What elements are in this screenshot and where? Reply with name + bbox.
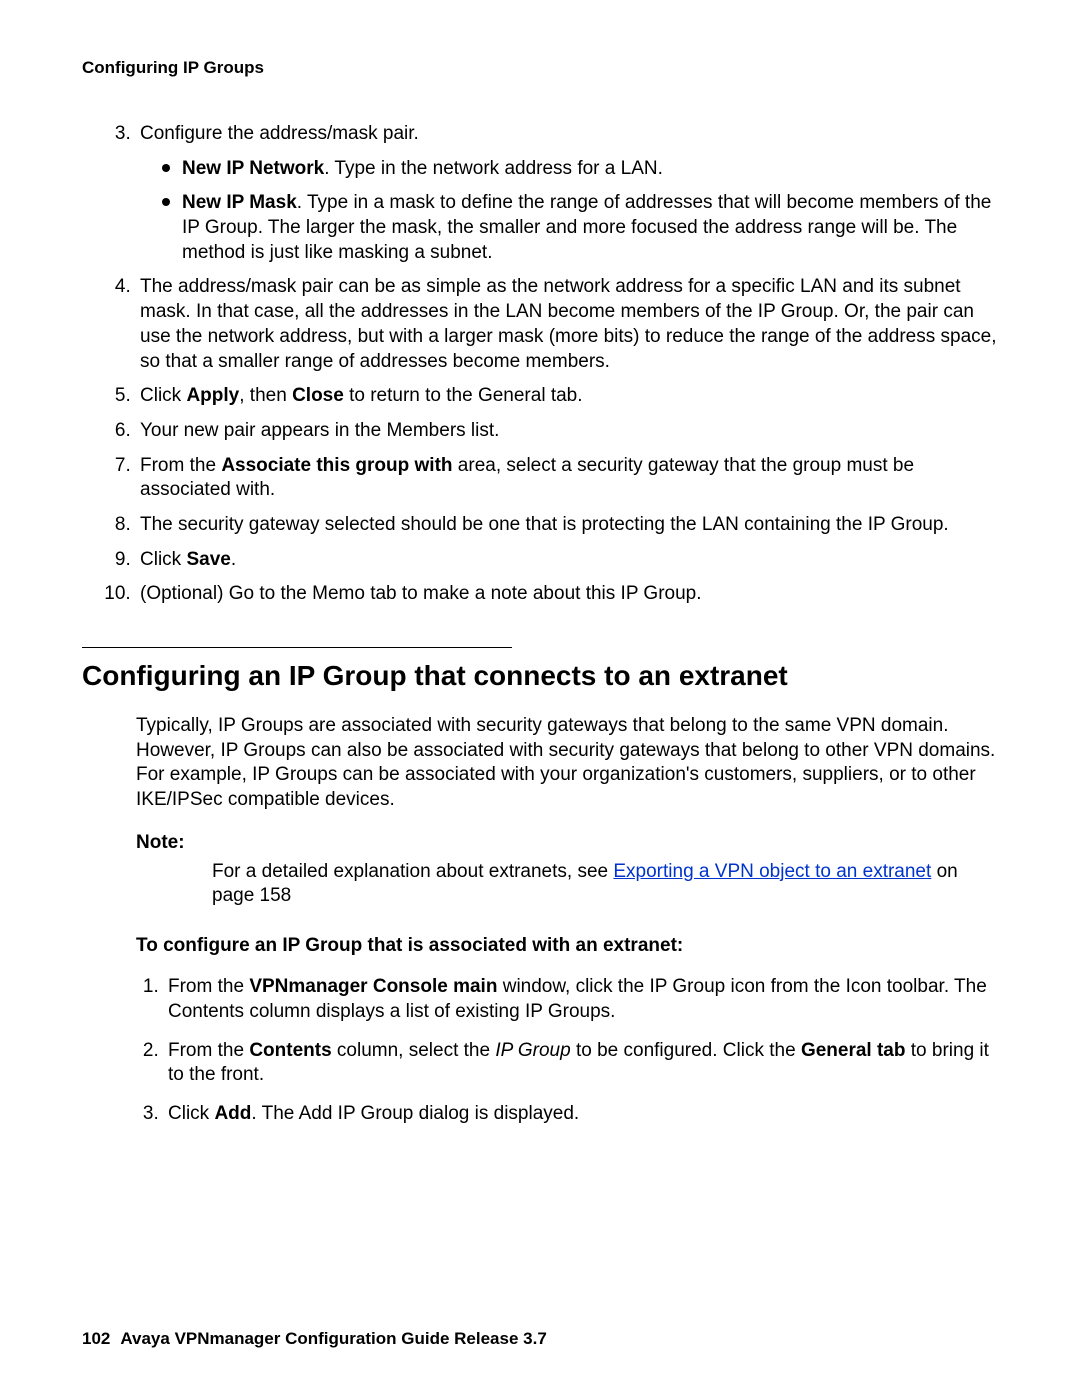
bullet-bold: New IP Mask — [182, 192, 297, 213]
step-7: From the Associate this group with area,… — [136, 454, 998, 503]
link-text: Exporting a VPN object to an extranet — [613, 861, 931, 882]
footer-title: Avaya VPNmanager Configuration Guide Rel… — [120, 1329, 546, 1348]
task-step-3: Click Add. The Add IP Group dialog is di… — [164, 1102, 998, 1127]
page-number: 102 — [82, 1329, 110, 1348]
step-text: (Optional) Go to the Memo tab to make a … — [140, 583, 702, 604]
t: Add — [214, 1103, 251, 1124]
t: VPNmanager Console main — [249, 976, 497, 997]
section-intro: Typically, IP Groups are associated with… — [136, 714, 998, 813]
note-pre: For a detailed explanation about extrane… — [212, 861, 613, 882]
running-header: Configuring IP Groups — [82, 58, 998, 78]
step-text: Your new pair appears in the Members lis… — [140, 420, 499, 441]
step-3: Configure the address/mask pair. New IP … — [136, 122, 998, 265]
t: , then — [239, 385, 292, 406]
step-5: Click Apply, then Close to return to the… — [136, 384, 998, 409]
t: to be configured. Click the — [571, 1040, 801, 1061]
bullet-rest: . Type in a mask to define the range of … — [182, 192, 991, 262]
page-footer: 102 Avaya VPNmanager Configuration Guide … — [82, 1329, 547, 1349]
t: column, select the — [332, 1040, 496, 1061]
t: . The Add IP Group dialog is displayed. — [251, 1103, 579, 1124]
step-text: The address/mask pair can be as simple a… — [140, 276, 997, 371]
t: General tab — [801, 1040, 906, 1061]
bullet-bold: New IP Network — [182, 158, 324, 179]
step-8: The security gateway selected should be … — [136, 513, 998, 538]
t: Contents — [249, 1040, 331, 1061]
t: Close — [292, 385, 344, 406]
t: Click — [140, 385, 186, 406]
t: Apply — [186, 385, 239, 406]
step-6: Your new pair appears in the Members lis… — [136, 419, 998, 444]
t: IP Group — [495, 1040, 570, 1061]
note-body: For a detailed explanation about extrane… — [212, 860, 998, 909]
step-9: Click Save. — [136, 548, 998, 573]
t: From the — [140, 455, 221, 476]
t: From the — [168, 1040, 249, 1061]
step-text: The security gateway selected should be … — [140, 514, 949, 535]
task-list: From the VPNmanager Console main window,… — [164, 975, 998, 1126]
step-4: The address/mask pair can be as simple a… — [136, 275, 998, 374]
page: Configuring IP Groups Configure the addr… — [0, 0, 1080, 1397]
t: . — [231, 549, 236, 570]
t: Associate this group with — [221, 455, 452, 476]
section-heading: Configuring an IP Group that connects to… — [82, 660, 998, 692]
step-text: Configure the address/mask pair. — [140, 123, 419, 144]
note-label: Note: — [136, 832, 998, 854]
task-heading: To configure an IP Group that is associa… — [136, 935, 998, 957]
procedure-list-continued: Configure the address/mask pair. New IP … — [136, 122, 998, 607]
task-step-1: From the VPNmanager Console main window,… — [164, 975, 998, 1024]
t: From the — [168, 976, 249, 997]
sub-bullets: New IP Network. Type in the network addr… — [162, 157, 998, 266]
t: Click — [140, 549, 186, 570]
bullet-new-ip-network: New IP Network. Type in the network addr… — [162, 157, 998, 182]
t: Click — [168, 1103, 214, 1124]
t: Save — [186, 549, 230, 570]
task-step-2: From the Contents column, select the IP … — [164, 1039, 998, 1088]
t: to return to the General tab. — [344, 385, 583, 406]
note-xref-link[interactable]: Exporting a VPN object to an extranet — [613, 861, 931, 882]
step-10: (Optional) Go to the Memo tab to make a … — [136, 582, 998, 607]
bullet-rest: . Type in the network address for a LAN. — [324, 158, 663, 179]
section-rule — [82, 647, 512, 648]
bullet-new-ip-mask: New IP Mask. Type in a mask to define th… — [162, 191, 998, 265]
